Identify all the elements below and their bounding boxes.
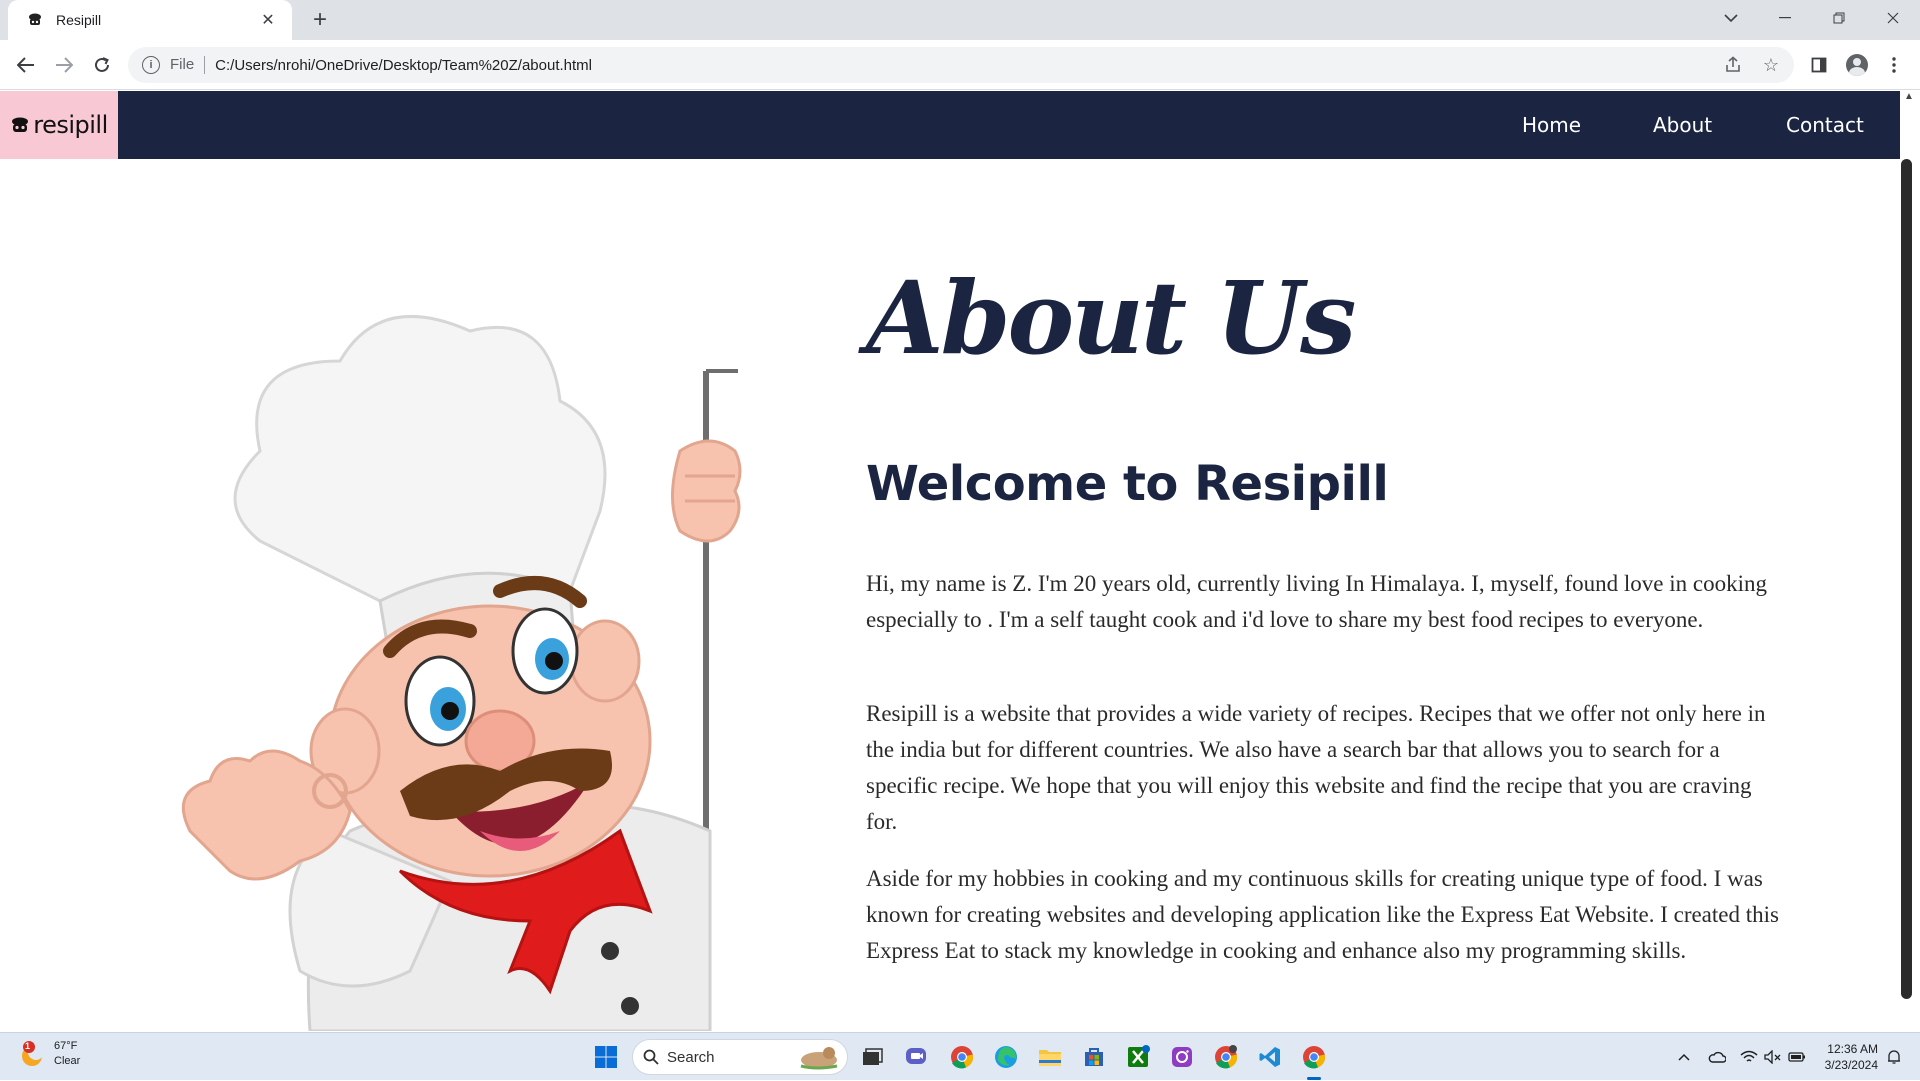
instagram-icon[interactable]	[1166, 1041, 1198, 1073]
show-hidden-icons-chevron-icon[interactable]	[1678, 1033, 1690, 1081]
profile-avatar-icon[interactable]	[1841, 49, 1873, 81]
tab-title: Resipill	[56, 12, 102, 28]
bookmark-star-icon[interactable]: ☆	[1754, 47, 1788, 83]
browser-tab[interactable]: Resipill ✕	[8, 0, 292, 40]
site-info-icon[interactable]: i	[142, 56, 160, 74]
url-text[interactable]: C:/Users/nrohi/OneDrive/Desktop/Team%20Z…	[215, 57, 592, 74]
new-tab-button[interactable]: +	[306, 6, 334, 34]
weather-moon-icon: 1	[18, 1040, 46, 1068]
welcome-heading: Welcome to Resipill	[866, 456, 1389, 512]
page-title: About Us	[866, 259, 1356, 377]
brand-name: resipill	[33, 111, 108, 139]
chrome-active-icon[interactable]	[1298, 1041, 1330, 1073]
share-icon[interactable]	[1716, 47, 1750, 83]
chef-hat-icon	[12, 117, 29, 132]
chef-illustration	[181, 315, 742, 1031]
restore-icon[interactable]	[1816, 0, 1862, 36]
file-explorer-icon[interactable]	[1034, 1041, 1066, 1073]
scroll-up-arrow-icon[interactable]: ▲	[1904, 91, 1914, 102]
address-bar[interactable]: i File C:/Users/nrohi/OneDrive/Desktop/T…	[128, 47, 1794, 83]
more-menu-icon[interactable]	[1878, 49, 1910, 81]
brand-logo[interactable]: resipill	[0, 91, 118, 159]
windows-taskbar: 1 67°F Clear Search 12:36 AM 3/23/2024	[0, 1032, 1920, 1080]
notification-bell-icon[interactable]	[1886, 1033, 1902, 1081]
about-paragraph-1: Hi, my name is Z. I'm 20 years old, curr…	[866, 571, 1767, 632]
search-placeholder: Search	[667, 1048, 715, 1066]
edge-icon[interactable]	[990, 1041, 1022, 1073]
page-viewport: resipill Home About Contact About Us Wel…	[0, 91, 1920, 1032]
microsoft-store-icon[interactable]	[1078, 1041, 1110, 1073]
back-arrow-icon[interactable]	[10, 49, 42, 81]
clock-time: 12:36 AM	[1827, 1042, 1878, 1056]
about-paragraph-3: Aside for my hobbies in cooking and my c…	[866, 866, 1779, 963]
battery-icon[interactable]	[1788, 1033, 1806, 1081]
chrome-icon[interactable]	[946, 1041, 978, 1073]
tab-search-chevron-icon[interactable]	[1708, 0, 1754, 36]
nav-home-link[interactable]: Home	[1522, 91, 1581, 159]
browser-tab-strip: Resipill ✕ +	[0, 0, 1920, 40]
browser-toolbar: i File C:/Users/nrohi/OneDrive/Desktop/T…	[0, 40, 1920, 90]
search-highlight-icon	[800, 1047, 838, 1070]
about-paragraph-2: Resipill is a website that provides a wi…	[866, 701, 1766, 834]
search-icon	[643, 1049, 659, 1065]
weather-description: Clear	[54, 1055, 81, 1067]
minimize-icon[interactable]	[1762, 0, 1808, 36]
volume-muted-icon[interactable]	[1764, 1033, 1782, 1081]
chrome-profile-icon[interactable]	[1210, 1041, 1242, 1073]
nav-about-link[interactable]: About	[1653, 91, 1712, 159]
site-navbar: resipill Home About Contact	[0, 91, 1900, 159]
resipill-favicon-icon	[26, 11, 44, 29]
url-scheme: File	[170, 56, 206, 74]
task-view-icon[interactable]	[856, 1041, 888, 1073]
clock-date: 3/23/2024	[1824, 1058, 1878, 1072]
xbox-icon[interactable]	[1122, 1041, 1154, 1073]
nav-contact-link[interactable]: Contact	[1786, 91, 1864, 159]
side-panel-icon[interactable]	[1803, 49, 1835, 81]
forward-arrow-icon[interactable]	[48, 49, 80, 81]
weather-alert-badge: 1	[25, 1041, 31, 1051]
taskbar-search-box[interactable]: Search	[632, 1039, 848, 1075]
close-window-icon[interactable]	[1870, 0, 1916, 36]
tab-close-icon[interactable]: ✕	[256, 8, 280, 32]
onedrive-icon[interactable]	[1708, 1033, 1726, 1081]
weather-temperature: 67°F	[54, 1040, 78, 1052]
vscode-icon[interactable]	[1254, 1041, 1286, 1073]
wifi-icon[interactable]	[1740, 1033, 1758, 1081]
weather-widget[interactable]: 1 67°F Clear	[18, 1039, 80, 1069]
teams-chat-icon[interactable]	[900, 1041, 932, 1073]
page-scrollbar-thumb[interactable]	[1901, 159, 1912, 999]
reload-icon[interactable]	[86, 49, 118, 81]
start-windows-icon[interactable]	[590, 1041, 622, 1073]
taskbar-clock[interactable]: 12:36 AM 3/23/2024	[1812, 1041, 1878, 1073]
